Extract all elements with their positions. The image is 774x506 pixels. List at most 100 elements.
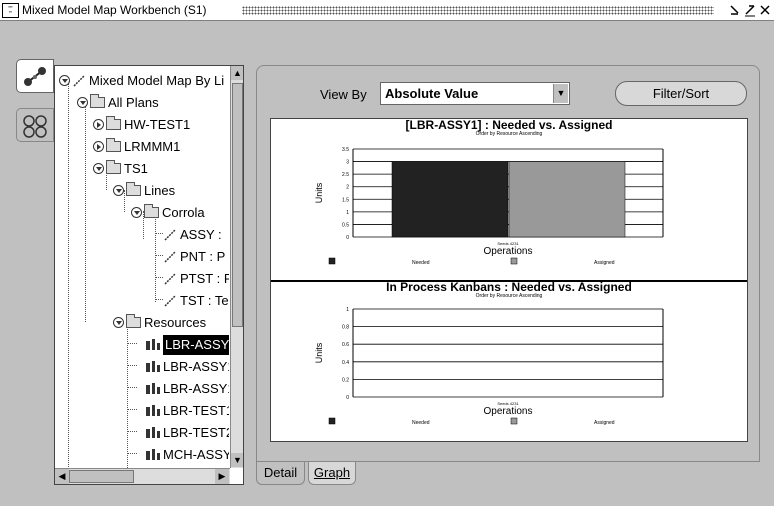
collapse-toggle-icon[interactable]: [113, 317, 124, 329]
x-axis-label: Operations: [484, 406, 533, 417]
view-by-label: View By: [320, 87, 367, 102]
legend-label-needed: Needed: [412, 260, 430, 266]
bar-needed: [391, 161, 509, 238]
y-tick-label: 0.5: [342, 222, 349, 228]
tree-node-resource[interactable]: LBR-TEST1: [145, 400, 229, 420]
legend-label-assigned: Assigned: [594, 420, 615, 426]
graph-nodes-icon: [24, 67, 46, 86]
tree-node-lines[interactable]: Lines: [113, 180, 175, 200]
graph-node-icon: [72, 74, 86, 88]
collapse-toggle-icon[interactable]: [113, 185, 124, 197]
legend-label-needed: Needed: [412, 420, 430, 426]
tree-node-operation[interactable]: ASSY :: [163, 224, 222, 244]
expand-toggle-icon[interactable]: [93, 141, 104, 153]
tree-node-resource[interactable]: LBR-ASSY1: [145, 378, 229, 398]
tree-node-plan-hw-test1[interactable]: HW-TEST1: [93, 114, 190, 134]
resource-icon: [145, 448, 161, 462]
tree-node-all-plans[interactable]: All Plans: [77, 92, 159, 112]
resource-cluster-icon: [23, 115, 47, 138]
scroll-left-icon[interactable]: ◀: [55, 469, 69, 484]
app-icon: ▪▪▪ ▪▪: [2, 3, 19, 18]
y-tick-label: 0: [346, 235, 349, 241]
title-bar-pattern: [242, 6, 714, 15]
tree-node-operation[interactable]: PNT : P: [163, 246, 225, 266]
folder-icon: [106, 116, 121, 131]
scroll-thumb[interactable]: [69, 470, 134, 483]
view-by-value: Absolute Value: [385, 86, 479, 101]
legend-label-assigned: Assigned: [594, 260, 615, 266]
window-title: Mixed Model Map Workbench (S1): [22, 3, 207, 17]
window-body: Mixed Model Map By Li All Plans HW-TEST1…: [0, 21, 774, 506]
legend-swatch-needed: [328, 417, 336, 425]
collapse-toggle-icon[interactable]: [77, 97, 88, 109]
minimize-icon[interactable]: [728, 2, 742, 18]
collapse-toggle-icon[interactable]: [131, 207, 142, 219]
title-bar: ▪▪▪ ▪▪ Mixed Model Map Workbench (S1): [0, 0, 774, 21]
tree-node-resource[interactable]: MCH-ASSY: [145, 444, 229, 464]
y-tick-label: 0: [346, 395, 349, 401]
tree-node-operation[interactable]: TST : Te: [163, 290, 229, 310]
y-axis-label: Units: [314, 342, 324, 363]
y-tick-label: 0.6: [342, 342, 349, 348]
tree-node-plan-ts1[interactable]: TS1: [93, 158, 148, 178]
tree-node-resource-selected[interactable]: LBR-ASSY: [145, 334, 229, 355]
maximize-icon[interactable]: [743, 2, 757, 18]
legend-swatch-needed: [328, 257, 336, 265]
close-icon[interactable]: [758, 2, 772, 18]
y-tick-label: 1.5: [342, 197, 349, 203]
chart-title: In Process Kanbans : Needed vs. Assigned: [386, 280, 632, 294]
scroll-up-icon[interactable]: ▲: [231, 66, 243, 80]
tree-node-operation[interactable]: PTST : P: [163, 268, 229, 288]
filter-sort-button[interactable]: Filter/Sort: [615, 81, 747, 106]
tree-node-resource[interactable]: LBR-TEST2: [145, 422, 229, 442]
graph-node-icon: [163, 272, 177, 286]
view-by-select[interactable]: Absolute Value ▼: [380, 82, 570, 105]
chart-subtitle: Order by Resource Ascending: [476, 131, 543, 137]
side-tab-map[interactable]: [16, 59, 54, 93]
graph-panel: View By Absolute Value ▼ Filter/Sort [LB…: [256, 65, 760, 462]
tree-node-plan-lrmmm1[interactable]: LRMMM1: [93, 136, 180, 156]
graph-node-icon: [163, 294, 177, 308]
expand-toggle-icon[interactable]: [93, 119, 104, 131]
y-axis-label: Units: [314, 182, 324, 203]
x-axis-label: Operations: [484, 246, 533, 257]
scroll-down-icon[interactable]: ▼: [231, 453, 243, 467]
tab-detail[interactable]: Detail: [256, 462, 305, 485]
y-tick-label: 2.5: [342, 172, 349, 178]
y-tick-label: 0.4: [342, 360, 349, 366]
navigator-tree: Mixed Model Map By Li All Plans HW-TEST1…: [54, 65, 244, 485]
folder-icon: [90, 94, 105, 109]
scroll-thumb[interactable]: [232, 83, 243, 327]
charts-canvas: [LBR-ASSY1] : Needed vs. AssignedOrder b…: [271, 119, 747, 426]
bar-assigned: [508, 161, 626, 238]
y-tick-label: 1: [346, 307, 349, 313]
y-tick-label: 3.5: [342, 147, 349, 153]
tree-root[interactable]: Mixed Model Map By Li: [59, 70, 224, 90]
tree-horizontal-scrollbar[interactable]: ◀ ▶: [55, 468, 230, 484]
collapse-toggle-icon[interactable]: [93, 163, 104, 175]
y-tick-label: 2: [346, 185, 349, 191]
tab-graph[interactable]: Graph: [308, 462, 356, 485]
side-tab-resources[interactable]: [16, 108, 54, 142]
scroll-right-icon[interactable]: ▶: [215, 469, 229, 484]
tree-node-line-corrola[interactable]: Corrola: [131, 202, 205, 222]
resource-icon: [145, 338, 161, 352]
tree-node-resources[interactable]: Resources: [113, 312, 206, 332]
resource-icon: [145, 404, 161, 418]
folder-icon: [126, 182, 141, 197]
folder-icon: [106, 138, 121, 153]
graph-node-icon: [163, 250, 177, 264]
tree-vertical-scrollbar[interactable]: ▲ ▼: [230, 66, 243, 468]
resource-icon: [145, 426, 161, 440]
tree-content: Mixed Model Map By Li All Plans HW-TEST1…: [55, 66, 229, 468]
folder-icon: [106, 160, 121, 175]
legend-swatch-assigned: [510, 417, 518, 425]
chevron-down-icon[interactable]: ▼: [553, 84, 568, 103]
tree-node-resource[interactable]: LBR-ASSY1: [145, 356, 229, 376]
y-tick-label: 1: [346, 210, 349, 216]
resource-icon: [145, 382, 161, 396]
chart-area: [LBR-ASSY1] : Needed vs. Assigned Order b…: [270, 118, 748, 442]
legend-swatch-assigned: [510, 257, 518, 265]
y-tick-label: 0.2: [342, 377, 349, 383]
collapse-toggle-icon[interactable]: [59, 75, 70, 87]
